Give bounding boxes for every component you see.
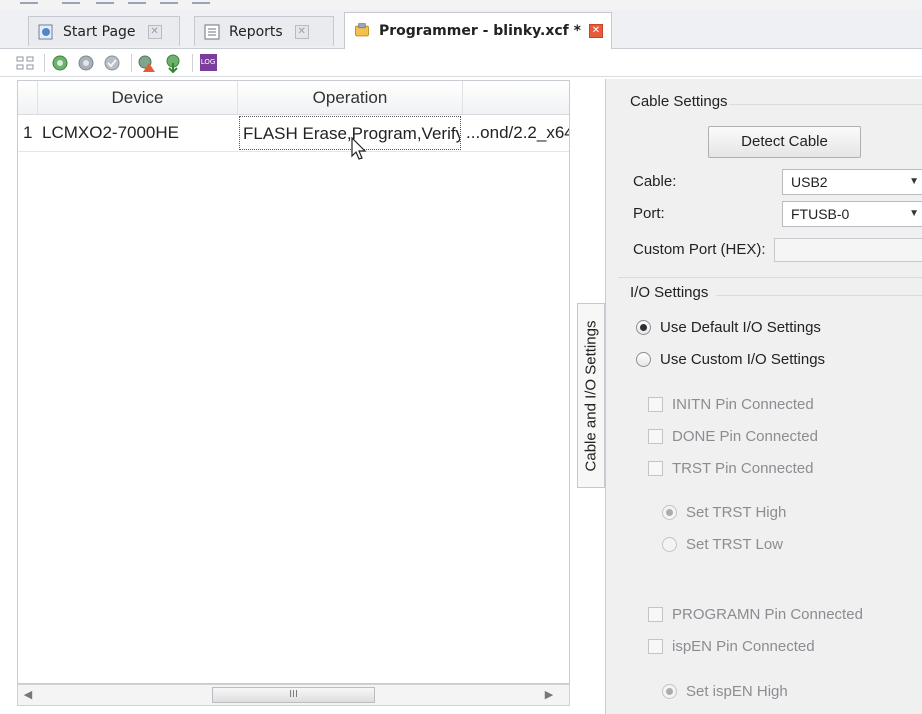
set-trst-low-radio[interactable]	[662, 537, 677, 552]
tab-programmer[interactable]: Programmer - blinky.xcf * ✕	[344, 12, 612, 49]
scroll-right-icon[interactable]: ▶	[541, 687, 557, 703]
io-settings-title: I/O Settings	[630, 284, 709, 301]
scroll-left-icon[interactable]: ◀	[20, 687, 36, 703]
use-custom-io-label[interactable]: Use Custom I/O Settings	[660, 351, 825, 368]
toolbar-separator	[44, 53, 45, 72]
chevron-down-icon: ▼	[909, 176, 919, 187]
set-ispen-high-label: Set ispEN High	[686, 683, 788, 700]
column-header-file[interactable]	[463, 81, 569, 114]
top-toolbar-strip	[0, 0, 922, 10]
tab-reports[interactable]: Reports ✕	[194, 16, 334, 46]
cable-select[interactable]: USB2 ▼	[782, 169, 922, 195]
cable-label: Cable:	[633, 173, 677, 190]
mouse-cursor-icon	[351, 137, 367, 160]
ispen-checkbox[interactable]	[648, 639, 663, 654]
custom-port-label: Custom Port (HEX):	[633, 241, 766, 258]
settings-panel: Cable Settings Detect Cable Cable: USB2 …	[605, 79, 922, 714]
port-label: Port:	[633, 205, 665, 222]
device-cell[interactable]: LCMXO2-7000HE	[42, 115, 236, 151]
device-grid: Device Operation 1 LCMXO2-7000HE FLASH E…	[17, 80, 570, 684]
scrollbar-thumb[interactable]: III	[212, 687, 375, 703]
toolbar-separator	[192, 53, 193, 72]
detect-cable-button[interactable]: Detect Cable	[708, 126, 861, 158]
scan-chain-icon[interactable]	[14, 52, 36, 74]
row-index: 1	[23, 123, 33, 142]
document-tab-bar: Start Page ✕ Reports ✕ Programmer - blin…	[0, 10, 922, 49]
use-default-io-label[interactable]: Use Default I/O Settings	[660, 319, 821, 336]
close-icon[interactable]: ✕	[588, 24, 603, 38]
close-icon[interactable]: ✕	[294, 24, 309, 39]
column-header-device[interactable]: Device	[38, 81, 238, 114]
cable-select-value: USB2	[791, 174, 828, 190]
set-ispen-high-radio[interactable]	[662, 684, 677, 699]
programmer-icon	[353, 22, 371, 40]
reports-icon	[203, 23, 221, 41]
warning-chip-icon[interactable]	[136, 52, 158, 74]
log-icon[interactable]: LOG	[197, 52, 219, 74]
close-icon[interactable]: ✕	[147, 24, 162, 39]
column-header-operation[interactable]: Operation	[238, 81, 463, 114]
use-default-io-radio[interactable]	[636, 320, 651, 335]
tab-start-page-label: Start Page	[63, 23, 136, 40]
custom-port-input[interactable]	[774, 238, 922, 262]
tab-start-page[interactable]: Start Page ✕	[28, 16, 180, 46]
download-icon[interactable]	[162, 52, 184, 74]
table-row[interactable]: 1 LCMXO2-7000HE FLASH Erase,Program,Veri…	[18, 115, 569, 152]
chevron-down-icon: ▼	[909, 208, 919, 219]
use-custom-io-radio[interactable]	[636, 352, 651, 367]
programn-checkbox[interactable]	[648, 607, 663, 622]
program-icon[interactable]	[49, 52, 71, 74]
log-icon-label: LOG	[199, 54, 217, 71]
verify-disabled-icon[interactable]	[101, 52, 123, 74]
horizontal-scrollbar[interactable]: ◀ III ▶	[17, 684, 570, 706]
set-trst-high-label: Set TRST High	[686, 504, 787, 521]
initn-checkbox[interactable]	[648, 397, 663, 412]
trst-label: TRST Pin Connected	[672, 460, 814, 477]
done-label: DONE Pin Connected	[672, 428, 818, 445]
ispen-label: ispEN Pin Connected	[672, 638, 815, 655]
side-tab-label: Cable and I/O Settings	[582, 320, 600, 471]
set-trst-low-label: Set TRST Low	[686, 536, 783, 553]
row-number-header	[18, 81, 38, 114]
divider	[729, 104, 922, 105]
trst-checkbox[interactable]	[648, 461, 663, 476]
toolbar-separator	[131, 53, 132, 72]
port-select-value: FTUSB-0	[791, 206, 850, 222]
file-cell[interactable]: ...ond/2.2_x64	[466, 115, 569, 151]
cable-settings-title: Cable Settings	[630, 93, 728, 110]
program-disabled-icon[interactable]	[75, 52, 97, 74]
initn-label: INITN Pin Connected	[672, 396, 814, 413]
programmer-toolbar: LOG	[0, 49, 922, 77]
divider	[716, 295, 922, 296]
divider	[618, 277, 922, 278]
start-page-icon	[37, 23, 55, 41]
tab-reports-label: Reports	[229, 23, 283, 40]
programn-label: PROGRAMN Pin Connected	[672, 606, 863, 623]
tab-programmer-label: Programmer - blinky.xcf *	[379, 23, 581, 39]
set-trst-high-radio[interactable]	[662, 505, 677, 520]
port-select[interactable]: FTUSB-0 ▼	[782, 201, 922, 227]
cable-io-settings-side-tab[interactable]: Cable and I/O Settings	[577, 303, 605, 488]
done-checkbox[interactable]	[648, 429, 663, 444]
grid-header: Device Operation	[18, 81, 569, 115]
